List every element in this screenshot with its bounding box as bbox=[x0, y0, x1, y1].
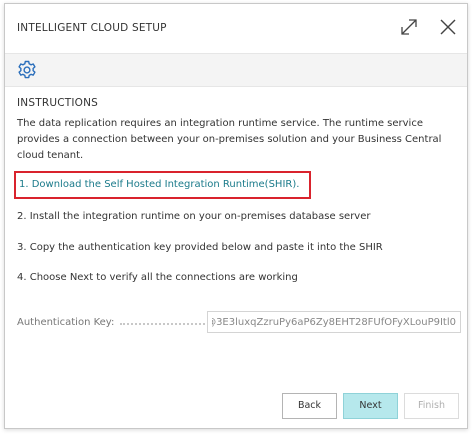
dialog-title: INTELLIGENT CLOUD SETUP bbox=[17, 22, 167, 34]
back-button[interactable]: Back bbox=[282, 393, 337, 419]
gear-icon[interactable] bbox=[16, 59, 38, 81]
shir-link-highlight: 1. Download the Self Hosted Integration … bbox=[14, 171, 311, 199]
step-4-text: 4. Choose Next to verify all the connect… bbox=[17, 272, 298, 283]
download-shir-link[interactable]: 1. Download the Self Hosted Integration … bbox=[19, 179, 299, 190]
expand-icon[interactable] bbox=[399, 17, 419, 37]
step-2-text: 2. Install the integration runtime on yo… bbox=[17, 211, 371, 222]
next-button[interactable]: Next bbox=[343, 393, 398, 419]
instructions-paragraph: The data replication requires an integra… bbox=[17, 118, 442, 161]
label-leader-dots bbox=[120, 323, 205, 325]
finish-button[interactable]: Finish bbox=[404, 393, 459, 419]
intelligent-cloud-setup-dialog: INTELLIGENT CLOUD SETUP INSTRUCTIONS The… bbox=[4, 3, 468, 429]
authentication-key-field[interactable] bbox=[207, 311, 461, 333]
title-bar: INTELLIGENT CLOUD SETUP bbox=[5, 4, 467, 50]
action-bar bbox=[5, 53, 467, 87]
instructions-heading: INSTRUCTIONS bbox=[17, 97, 99, 109]
close-icon[interactable] bbox=[438, 17, 458, 37]
authentication-key-label: Authentication Key: bbox=[17, 317, 115, 328]
step-3-text: 3. Copy the authentication key provided … bbox=[17, 242, 383, 253]
